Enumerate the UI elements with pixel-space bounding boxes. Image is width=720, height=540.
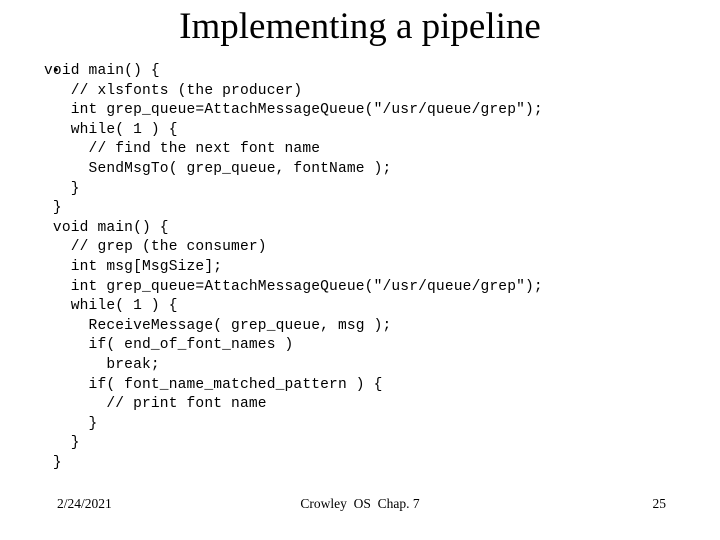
footer-attribution: Crowley OS Chap. 7 — [300, 496, 420, 511]
code-line: } — [44, 435, 80, 452]
code-block: void main() { // xlsfonts (the producer)… — [44, 62, 684, 473]
code-line: // grep (the consumer) — [44, 239, 267, 256]
code-line: } — [44, 180, 80, 197]
presentation-slide: Implementing a pipeline • void main() { … — [0, 0, 720, 540]
slide-body: • void main() { // xlsfonts (the produce… — [44, 62, 684, 473]
code-line: if( font_name_matched_pattern ) { — [44, 376, 383, 393]
bullet-point-icon: • — [53, 63, 59, 79]
code-line: } — [44, 200, 62, 217]
code-line: // find the next font name — [44, 141, 321, 158]
code-line: // xlsfonts (the producer) — [44, 82, 303, 99]
code-line: int msg[MsgSize]; — [44, 258, 223, 275]
code-line: SendMsgTo( grep_queue, fontName ); — [44, 160, 392, 177]
slide-footer: 2/24/2021 Crowley OS Chap. 7 25 — [0, 495, 720, 515]
code-line: while( 1 ) { — [44, 298, 178, 315]
code-line: break; — [44, 356, 160, 373]
code-line: int grep_queue=AttachMessageQueue("/usr/… — [44, 102, 543, 119]
code-line: while( 1 ) { — [44, 121, 178, 138]
footer-page-number: 25 — [652, 496, 667, 511]
bullet-list-item: • void main() { // xlsfonts (the produce… — [44, 62, 684, 473]
page-title: Implementing a pipeline — [179, 6, 541, 47]
code-line: void main() { — [44, 219, 169, 236]
code-line: // print font name — [44, 396, 267, 413]
code-line: ReceiveMessage( grep_queue, msg ); — [44, 317, 392, 334]
code-line: } — [44, 454, 62, 471]
code-line: void main() { — [44, 63, 160, 79]
code-line: int grep_queue=AttachMessageQueue("/usr/… — [44, 278, 543, 295]
code-line: } — [44, 415, 98, 432]
code-line: if( end_of_font_names ) — [44, 337, 294, 354]
